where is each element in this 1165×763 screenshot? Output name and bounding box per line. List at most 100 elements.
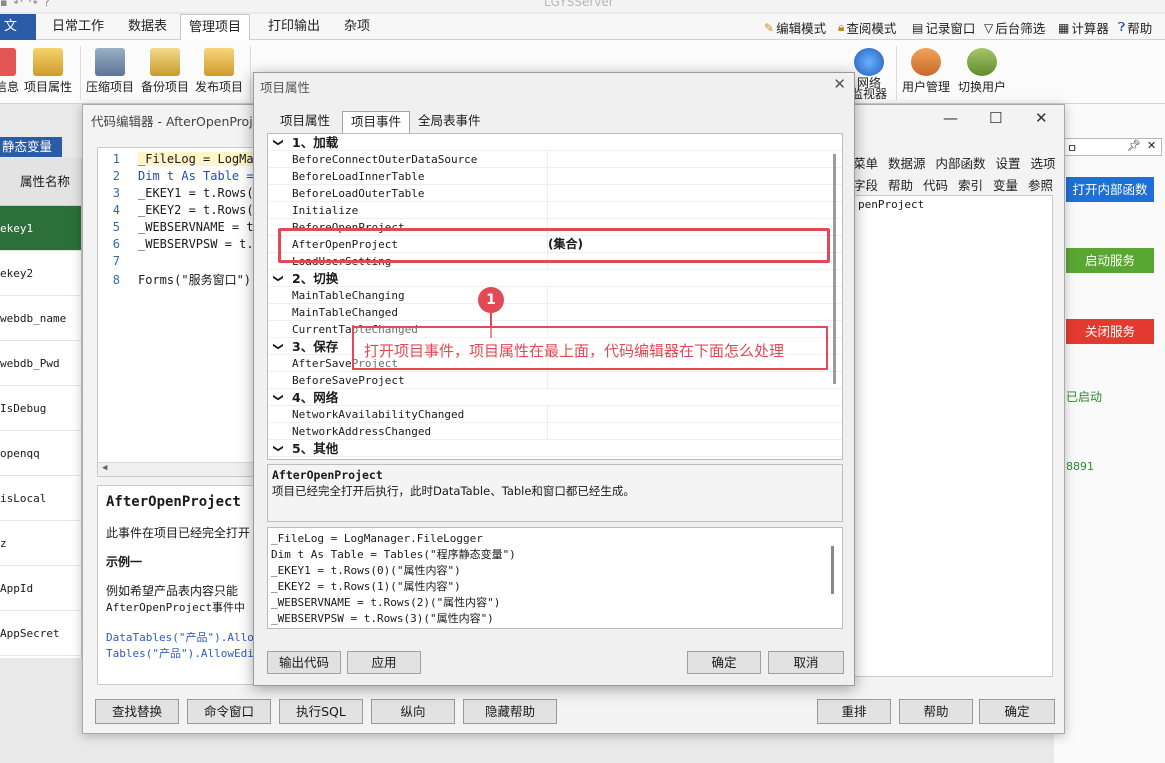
scroll-left-icon[interactable]: ◀ [102, 463, 107, 473]
property-row[interactable]: ekey1 [0, 206, 81, 251]
pin-icon[interactable]: 📌︎ [1127, 139, 1141, 152]
stop-service-button[interactable]: 关闭服务 [1066, 319, 1154, 344]
event-row[interactable]: BeforeSaveProject [268, 372, 842, 389]
menu-tab-misc[interactable]: 杂项 [336, 14, 378, 40]
background-filter-toggle[interactable]: ▽ 后台筛选 [984, 18, 1045, 37]
property-row[interactable]: webdb_Pwd [0, 341, 81, 386]
maximize-icon[interactable]: ☐ [989, 109, 1002, 127]
editor-reference-pane[interactable]: penProject [853, 195, 1053, 677]
users-icon [911, 48, 941, 76]
menu-item-internal-functions[interactable]: 内部函数 [936, 156, 986, 171]
chevron-down-icon[interactable]: ❯ [270, 393, 287, 401]
event-category-row[interactable]: ❯ 4、网络 [268, 389, 842, 406]
tab-global-table-events[interactable]: 全局表事件 [410, 111, 489, 133]
chevron-down-icon[interactable]: ❯ [270, 342, 287, 350]
event-category-row[interactable]: ❯ 1、加载 [268, 134, 842, 151]
edit-mode-toggle[interactable]: ✎ 编辑模式 [764, 18, 826, 37]
line-number: 4 [112, 203, 120, 217]
command-window-button[interactable]: 命令窗口 [187, 699, 271, 724]
start-service-button[interactable]: 启动服务 [1066, 248, 1154, 273]
menu-item-reference[interactable]: 参照 [1028, 178, 1053, 193]
editor-help-button[interactable]: 帮助 [899, 699, 973, 724]
export-code-button[interactable]: 输出代码 [267, 651, 341, 674]
chevron-down-icon[interactable]: ❯ [270, 444, 287, 452]
horizontal-scrollbar[interactable]: ◀ [98, 462, 276, 476]
backup-project-button[interactable]: 备份项目 [139, 48, 191, 95]
property-row[interactable]: ekey2 [0, 251, 81, 296]
find-replace-button[interactable]: 查找替换 [95, 699, 179, 724]
vertical-scrollbar[interactable] [833, 154, 836, 384]
property-row[interactable]: webdb_name [0, 296, 81, 341]
chevron-down-icon[interactable]: ❯ [270, 138, 287, 146]
menu-tab-daily[interactable]: 日常工作 [44, 14, 112, 40]
minimize-icon[interactable]: — [943, 109, 958, 127]
menu-tab-print[interactable]: 打印输出 [260, 14, 328, 40]
vertical-layout-button[interactable]: 纵向 [371, 699, 455, 724]
save-icon[interactable]: ▪ [0, 0, 7, 10]
rearrange-button[interactable]: 重排 [817, 699, 891, 724]
open-internal-function-button[interactable]: 打开内部函数 [1066, 177, 1154, 202]
code-preview-line: _EKEY2 = t.Rows(1)("属性内容") [271, 580, 461, 593]
help-button[interactable]: ❓︎ 帮助 [1118, 18, 1152, 37]
menu-item-menu[interactable]: 菜单 [853, 156, 878, 171]
property-row[interactable]: isLocal [0, 476, 81, 521]
menu-item-fields[interactable]: 字段 [853, 178, 878, 193]
menu-item-code[interactable]: 代码 [923, 178, 948, 193]
event-row[interactable]: Initialize [268, 202, 842, 219]
menu-item-options[interactable]: 选项 [1031, 156, 1056, 171]
event-category-row[interactable]: ❯ 5、其他 [268, 440, 842, 457]
close-icon[interactable]: ✕ [833, 75, 846, 93]
event-property-grid[interactable]: ❯ 1、加载 BeforeConnectOuterDataSource BeforeL… [267, 133, 843, 460]
cancel-button[interactable]: 取消 [768, 651, 844, 674]
vertical-scrollbar[interactable] [831, 546, 834, 594]
event-row[interactable]: NetworkAvailabilityChanged [268, 406, 842, 423]
editor-ok-button[interactable]: 确定 [979, 699, 1055, 724]
execute-sql-button[interactable]: 执行SQL [279, 699, 363, 724]
menu-item-help[interactable]: 帮助 [888, 178, 913, 193]
event-row[interactable]: MainTableChanged [268, 304, 842, 321]
ok-button[interactable]: 确定 [687, 651, 761, 674]
code-text-area[interactable]: 1 _FileLog = LogMan 2 Dim t As Table = 3 _E… [97, 147, 277, 477]
switch-user-button[interactable]: 切换用户 [956, 48, 1008, 95]
info-button[interactable]: 信息 [0, 48, 20, 95]
compress-project-button[interactable]: 压缩项目 [84, 48, 136, 95]
close-icon[interactable]: ✕ [1035, 109, 1048, 127]
view-mode-toggle[interactable]: 🔒︎ 查阅模式 [838, 18, 896, 37]
event-category-row[interactable]: ❯ 2、切换 [268, 270, 842, 287]
code-line: 2 Dim t As Table = [98, 169, 276, 186]
menu-item-settings[interactable]: 设置 [996, 156, 1021, 171]
project-properties-button[interactable]: 项目属性 [22, 48, 74, 95]
static-variables-tab[interactable]: 静态变量 [0, 137, 62, 157]
tab-project-properties[interactable]: 项目属性 [272, 111, 338, 133]
hide-help-button[interactable]: 隐藏帮助 [463, 699, 557, 724]
help-icon[interactable]: ? [44, 0, 50, 10]
undo-icon[interactable]: ↶ [13, 0, 22, 10]
property-row[interactable]: z [0, 521, 81, 566]
redo-icon[interactable]: ↷ [29, 0, 38, 10]
menu-tab-file[interactable]: 文件 [0, 14, 36, 60]
menu-item-index[interactable]: 索引 [958, 178, 983, 193]
event-code-preview[interactable]: _FileLog = LogManager.FileLogger Dim t A… [267, 527, 843, 629]
user-management-button[interactable]: 用户管理 [900, 48, 952, 95]
menu-item-datasource[interactable]: 数据源 [888, 156, 926, 171]
close-icon[interactable]: ✕ [1147, 139, 1156, 152]
record-window-toggle[interactable]: ▤ 记录窗口 [912, 18, 975, 37]
property-row[interactable]: AppSecret [0, 611, 81, 656]
property-row[interactable]: IsDebug [0, 386, 81, 431]
calculator-button[interactable]: ▦ 计算器 [1058, 18, 1109, 37]
menu-item-variables[interactable]: 变量 [993, 178, 1018, 193]
ribbon-separator [250, 46, 251, 100]
publish-project-button[interactable]: 发布项目 [193, 48, 245, 95]
event-row[interactable]: NetworkAddressChanged [268, 423, 842, 440]
menu-tab-tables[interactable]: 数据表 [120, 14, 175, 40]
property-row[interactable]: openqq [0, 431, 81, 476]
tab-project-events[interactable]: 项目事件 [342, 111, 411, 133]
event-row[interactable]: MainTableChanging [268, 287, 842, 304]
property-row[interactable]: AppId [0, 566, 81, 611]
apply-button[interactable]: 应用 [347, 651, 421, 674]
event-row[interactable]: BeforeConnectOuterDataSource [268, 151, 842, 168]
chevron-down-icon[interactable]: ❯ [270, 274, 287, 282]
menu-tab-manage-project[interactable]: 管理项目 [180, 14, 251, 41]
event-row[interactable]: BeforeLoadInnerTable [268, 168, 842, 185]
event-row[interactable]: BeforeLoadOuterTable [268, 185, 842, 202]
